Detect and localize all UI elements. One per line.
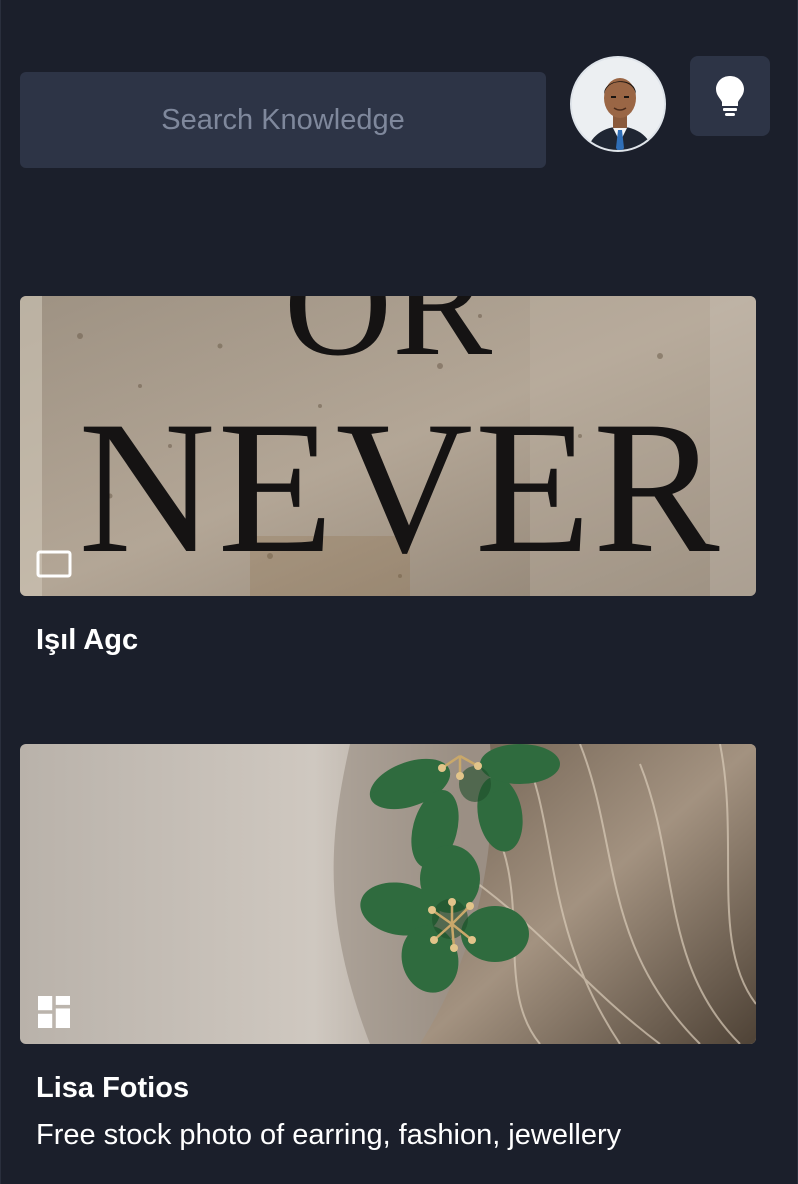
- search-input[interactable]: [20, 72, 546, 168]
- lightbulb-icon: [716, 76, 744, 116]
- engraved-text-main: NEVER: [78, 383, 721, 593]
- user-avatar[interactable]: [570, 56, 666, 152]
- idea-button[interactable]: [690, 56, 770, 136]
- single-image-icon: [36, 550, 72, 578]
- gallery-icon: [38, 996, 70, 1028]
- engraved-text-top: OR: [284, 296, 492, 387]
- stone-engraving-photo: OR NEVER: [20, 296, 756, 596]
- media-card[interactable]: OR NEVER Işıl Agc: [20, 296, 756, 657]
- card-description: Free stock photo of earring, fashion, je…: [36, 1119, 622, 1151]
- card-image[interactable]: OR NEVER: [20, 296, 756, 596]
- card-author: Lisa Fotios: [36, 1072, 190, 1104]
- card-author: Işıl Agc: [36, 624, 139, 656]
- earring-photo: [20, 744, 756, 1044]
- media-card[interactable]: Lisa Fotios Free stock photo of earring,…: [20, 744, 756, 1152]
- avatar-portrait: [572, 58, 664, 150]
- card-image[interactable]: [20, 744, 756, 1044]
- app-frame: OR NEVER Işıl Agc: [0, 0, 798, 1184]
